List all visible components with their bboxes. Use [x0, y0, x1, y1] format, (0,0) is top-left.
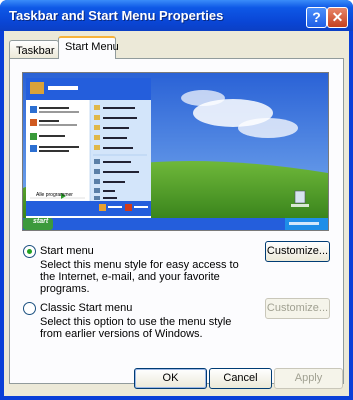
preview-start-label: start	[33, 218, 49, 225]
tab-taskbar[interactable]: Taskbar	[9, 40, 59, 58]
classic-start-menu-radio[interactable]	[23, 302, 36, 315]
ok-button[interactable]: OK	[134, 368, 207, 389]
apply-button[interactable]: Apply	[274, 368, 343, 389]
title-bar[interactable]: Taskbar and Start Menu Properties ? ✕	[0, 0, 353, 31]
tab-start-menu[interactable]: Start Menu	[58, 36, 119, 59]
close-button[interactable]: ✕	[327, 7, 348, 28]
customize-classic-menu-button[interactable]: Customize...	[265, 298, 330, 319]
classic-start-menu-radio-label[interactable]: Classic Start menu	[40, 302, 132, 314]
preview-image	[23, 73, 328, 230]
start-menu-description: Select this menu style for easy access t…	[40, 259, 239, 295]
properties-dialog: Taskbar and Start Menu Properties ? ✕ Ta…	[0, 0, 353, 400]
dialog-client-area: Taskbar Start Menu Alle programmer start…	[4, 31, 349, 396]
radio-selected-dot	[27, 249, 32, 254]
start-menu-tab-panel: Alle programmer start Start menu Select …	[9, 58, 344, 384]
cancel-button[interactable]: Cancel	[209, 368, 272, 389]
start-menu-radio-label[interactable]: Start menu	[40, 245, 94, 257]
classic-start-menu-description: Select this option to use the menu style…	[40, 316, 232, 340]
customize-start-menu-button[interactable]: Customize...	[265, 241, 330, 262]
start-menu-preview: Alle programmer start	[22, 72, 329, 231]
window-title: Taskbar and Start Menu Properties	[9, 8, 224, 23]
start-menu-radio[interactable]	[23, 245, 36, 258]
preview-all-programs-label: Alle programmer	[36, 192, 73, 198]
help-button[interactable]: ?	[306, 7, 327, 28]
